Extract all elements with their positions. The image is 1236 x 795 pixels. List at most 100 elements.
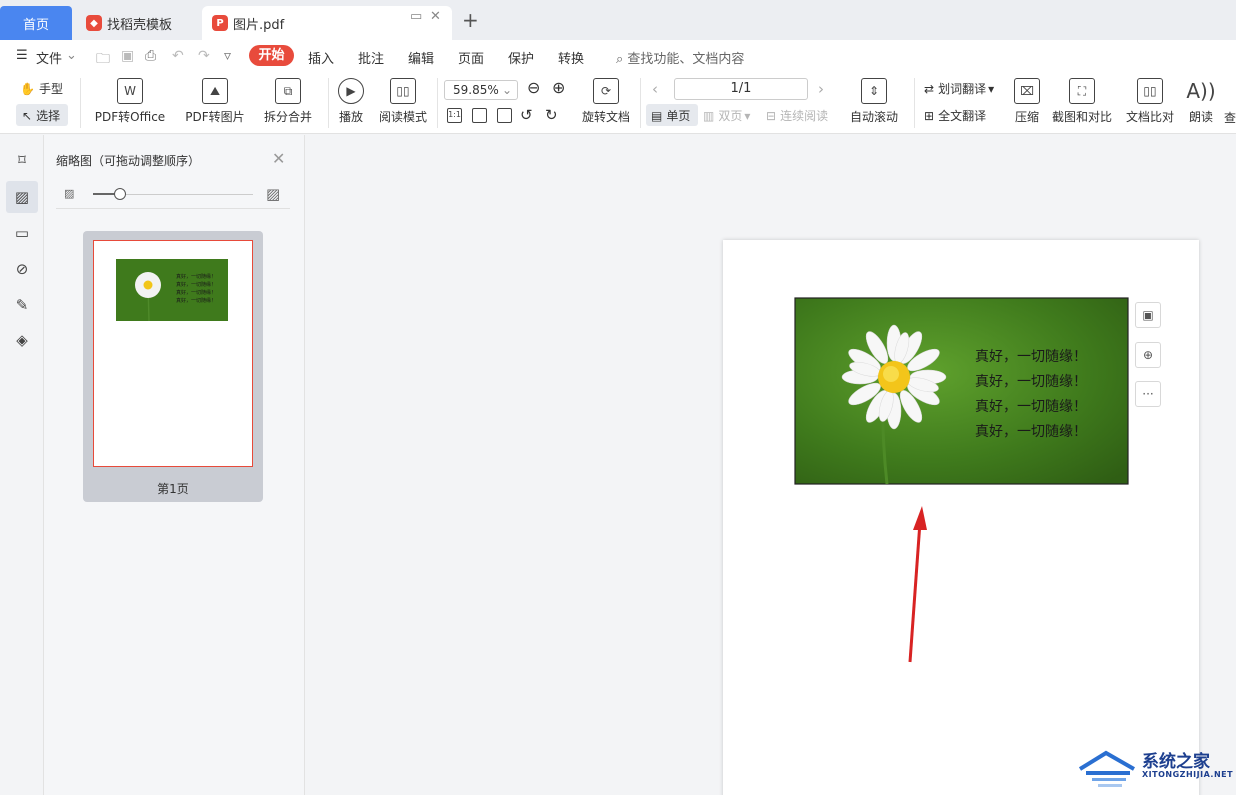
auto-scroll-button[interactable]: ⇕ 自动滚动 <box>845 78 903 125</box>
prev-page-icon[interactable]: ‹ <box>652 80 658 98</box>
menu-insert[interactable]: 插入 <box>308 48 334 67</box>
translate-icon: ⇄ <box>924 81 935 96</box>
menu-file[interactable]: 文件 <box>36 48 62 67</box>
compress-label: 压缩 <box>1014 110 1039 124</box>
menu-start[interactable]: 开始 <box>249 45 294 66</box>
document-canvas[interactable]: 真好，一切随缘！ 真好，一切随缘！ 真好，一切随缘！ 真好，一切随缘！ ▣ ⊕ … <box>305 135 1236 795</box>
thumbnail-text-line: 真好，一切随缘！ <box>176 281 216 288</box>
more-icon[interactable]: ··· <box>1135 381 1161 407</box>
image-edit-icon[interactable]: ▣ <box>1135 302 1161 328</box>
compress-button[interactable]: ⌧ 压缩 <box>1012 78 1042 125</box>
thumbnail-page: 真好，一切随缘！ 真好，一切随缘！ 真好，一切随缘！ 真好，一切随缘！ <box>93 240 253 467</box>
play-button[interactable]: ▶ 播放 <box>336 78 366 125</box>
function-search[interactable]: ⌕ 查找功能、文档内容 <box>616 48 744 67</box>
toolbar-overflow-label: 查 <box>1224 111 1236 125</box>
cursor-icon: ↖ <box>22 108 33 123</box>
ribbon-toolbar: ✋ 手型 ↖ 选择 W PDF转Office ⛰ PDF转图片 ⧉ 拆分合并 ▶… <box>0 72 1236 134</box>
print-icon[interactable]: ⎙ <box>145 48 156 64</box>
split-merge-label: 拆分合并 <box>263 110 312 124</box>
rotate-right-icon[interactable]: ↻ <box>545 106 558 124</box>
signature-icon[interactable]: ✎ <box>12 295 32 315</box>
word-translate-label: 划词翻译 <box>938 82 987 96</box>
single-page-icon: ▤ <box>651 108 663 123</box>
attachment-icon[interactable]: ⊘ <box>12 259 32 279</box>
close-tab-icon[interactable]: ✕ <box>430 9 441 24</box>
slider-fill <box>93 193 115 195</box>
screenshot-compare-button[interactable]: ⛶ 截图和对比 <box>1050 78 1114 125</box>
tab-template-label: 找稻壳模板 <box>107 17 173 33</box>
read-aloud-button[interactable]: A)) 朗读 <box>1186 78 1216 125</box>
tab-home-label: 首页 <box>22 17 49 33</box>
rotate-left-icon[interactable]: ↺ <box>520 106 533 124</box>
zoom-in-icon[interactable]: ⊕ <box>552 78 565 97</box>
thumbnail-page-label: 第1页 <box>157 482 189 496</box>
menu-convert[interactable]: 转换 <box>558 48 584 67</box>
large-image-icon[interactable]: ▨ <box>266 185 280 203</box>
close-icon[interactable]: ✕ <box>272 149 285 168</box>
menu-annotate[interactable]: 批注 <box>358 48 384 67</box>
read-mode-button[interactable]: ▯▯ 阅读模式 <box>376 78 430 125</box>
watermark-title: 系统之家 <box>1142 752 1210 772</box>
open-folder-icon[interactable]: 🗀 <box>96 48 110 72</box>
split-merge-button[interactable]: ⧉ 拆分合并 <box>258 78 318 125</box>
image-text-line: 真好，一切随缘！ <box>975 424 1087 440</box>
doc-compare-label: 文档比对 <box>1125 110 1174 124</box>
pin-window-icon[interactable]: ▭ <box>410 9 422 24</box>
pdf-to-office-icon: W <box>117 78 143 104</box>
zoom-select[interactable]: 59.85% ⌄ <box>444 80 518 100</box>
thumbnail-text-line: 真好，一切随缘！ <box>176 297 216 304</box>
auto-scroll-icon: ⇕ <box>861 78 887 104</box>
toolbar-separator <box>640 78 641 128</box>
fit-width-icon[interactable] <box>497 108 512 123</box>
new-tab-button[interactable]: + <box>462 8 479 32</box>
word-translate-button[interactable]: ⇄ 划词翻译 ▾ <box>924 80 994 97</box>
play-icon: ▶ <box>338 78 364 104</box>
layers-icon[interactable]: ◈ <box>12 330 32 350</box>
hamburger-icon[interactable]: ☰ <box>16 48 28 63</box>
bookmark-icon[interactable]: ⌑ <box>12 150 32 170</box>
menu-protect[interactable]: 保护 <box>508 48 534 67</box>
pdf-to-image-button[interactable]: ⛰ PDF转图片 <box>184 78 246 125</box>
save-icon[interactable]: ▣ <box>121 48 134 64</box>
tab-bar: 首页 ◆ 找稻壳模板 P 图片.pdf ▭ ✕ + <box>0 0 1236 40</box>
tab-home[interactable]: 首页 <box>0 6 72 40</box>
continuous-read-button[interactable]: ⊟ 连续阅读 <box>766 107 828 124</box>
panel-title: 缩略图（可拖动调整顺序） <box>56 154 201 168</box>
pdf-page: 真好，一切随缘！ 真好，一切随缘！ 真好，一切随缘！ 真好，一切随缘！ <box>723 240 1199 795</box>
double-page-button[interactable]: ▥ 双页 ▾ <box>703 107 750 124</box>
chevron-down-icon[interactable]: ⌄ <box>66 48 77 63</box>
screenshot-icon: ⛶ <box>1069 78 1095 104</box>
toolbar-overflow-button[interactable]: 查 <box>1224 109 1236 126</box>
rotate-document-button[interactable]: ⟳ 旋转文档 <box>580 78 632 125</box>
toolbar-separator <box>328 78 329 128</box>
toolbar-separator <box>914 78 915 128</box>
undo-icon[interactable]: ↶ <box>172 48 184 64</box>
full-translate-button[interactable]: ⊞ 全文翻译 <box>924 107 986 124</box>
page-thumbnail[interactable]: 真好，一切随缘！ 真好，一切随缘！ 真好，一切随缘！ 真好，一切随缘！ 第1页 <box>83 231 263 502</box>
read-mode-label: 阅读模式 <box>378 110 427 124</box>
tab-template[interactable]: ◆ 找稻壳模板 <box>76 6 198 40</box>
menu-edit[interactable]: 编辑 <box>408 48 434 67</box>
doc-compare-button[interactable]: ▯▯ 文档比对 <box>1124 78 1176 125</box>
next-page-icon[interactable]: › <box>818 80 824 98</box>
redo-icon[interactable]: ↷ <box>198 48 210 64</box>
more-dropdown-icon[interactable]: ▿ <box>224 48 231 64</box>
inserted-image[interactable]: 真好，一切随缘！ 真好，一切随缘！ 真好，一切随缘！ 真好，一切随缘！ <box>794 297 1129 485</box>
comment-icon[interactable]: ▭ <box>12 223 32 243</box>
actual-size-icon[interactable]: 1:1 <box>447 108 462 123</box>
magnify-icon[interactable]: ⊕ <box>1135 342 1161 368</box>
small-image-icon[interactable]: ▨ <box>64 187 74 200</box>
thumbnail-icon[interactable]: ▨ <box>6 181 38 213</box>
page-number-input[interactable]: 1/1 <box>674 78 808 100</box>
fit-page-icon[interactable] <box>472 108 487 123</box>
zoom-out-icon[interactable]: ⊖ <box>527 78 540 97</box>
hand-tool-button[interactable]: ✋ 手型 <box>20 80 63 97</box>
toolbar-separator <box>80 78 81 128</box>
single-page-button[interactable]: ▤ 单页 <box>651 107 690 124</box>
thumbnail-panel: 缩略图（可拖动调整顺序） ✕ ▨ ▨ 真好，一切随缘！ 真好，一切随缘！ 真好，… <box>44 135 305 795</box>
pdf-to-image-icon: ⛰ <box>202 78 228 104</box>
menu-page[interactable]: 页面 <box>458 48 484 67</box>
pdf-to-office-button[interactable]: W PDF转Office <box>90 78 170 125</box>
select-tool-button[interactable]: ↖ 选择 <box>22 107 60 124</box>
slider-handle[interactable] <box>114 188 126 200</box>
